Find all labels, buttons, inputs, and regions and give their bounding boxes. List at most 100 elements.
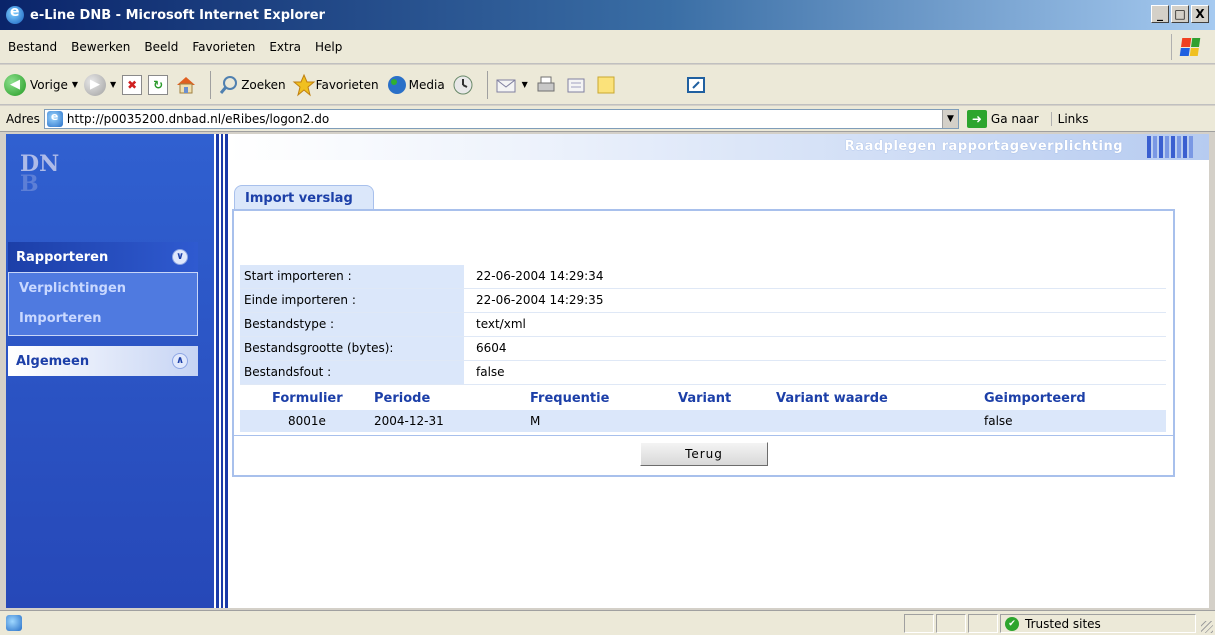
info-value: 6604 (476, 341, 507, 355)
forward-button[interactable]: ▶ ▼ (84, 73, 117, 96)
forward-arrow-icon: ▶ (84, 73, 107, 96)
page-title: Raadplegen rapportageverplichting (844, 139, 1123, 154)
page-status-icon (6, 615, 22, 631)
terug-button[interactable]: Terug (640, 442, 768, 466)
nav-algemeen-label: Algemeen (16, 353, 90, 369)
maximize-button[interactable]: □ (1171, 5, 1189, 23)
status-cell (968, 614, 998, 633)
internet-explorer-icon (6, 4, 24, 24)
go-arrow-icon: ➜ (966, 109, 987, 128)
status-cell (936, 614, 966, 633)
sidebar-divider (214, 134, 228, 608)
tab-import-verslag[interactable]: Import verslag (234, 185, 374, 209)
go-button[interactable]: ➜ Ga naar (966, 109, 1039, 128)
chevron-down-icon: ▼ (71, 80, 79, 89)
info-value: 22-06-2004 14:29:35 (476, 293, 604, 307)
favorites-label: Favorieten (315, 77, 379, 92)
stop-button[interactable]: ✖ (122, 74, 143, 95)
chevron-down-icon[interactable]: ▼ (941, 109, 958, 128)
info-label: Bestandsgrootte (bytes): (240, 337, 464, 360)
discuss-button[interactable] (594, 73, 618, 97)
go-label: Ga naar (990, 111, 1039, 126)
history-button[interactable] (451, 73, 475, 97)
nav-item-importeren[interactable]: Importeren (9, 303, 197, 333)
refresh-button[interactable]: ↻ (148, 74, 169, 95)
print-icon (534, 73, 558, 97)
menu-bar: Bestand Bewerken Beeld Favorieten Extra … (0, 30, 1215, 64)
refresh-icon: ↻ (148, 74, 169, 95)
nav-item-verplichtingen[interactable]: Verplichtingen (9, 273, 197, 303)
favorites-button[interactable]: Favorieten (292, 73, 379, 97)
home-icon (174, 73, 198, 97)
links-button[interactable]: Links (1050, 111, 1088, 126)
security-zone: ✔ Trusted sites (1000, 614, 1196, 633)
nav-rapporteren-label: Rapporteren (16, 249, 109, 265)
stop-icon: ✖ (122, 74, 143, 95)
minimize-button[interactable]: _ (1151, 5, 1169, 23)
info-label: Einde importeren : (240, 289, 464, 312)
home-button[interactable] (174, 73, 198, 97)
toolbar-separator (210, 70, 212, 99)
info-row: Start importeren : 22-06-2004 14:29:34 (240, 265, 1166, 289)
info-value: 22-06-2004 14:29:34 (476, 269, 604, 283)
menu-help[interactable]: Help (315, 40, 342, 54)
address-bar: Adres http://p0035200.dnbad.nl/eRibes/lo… (0, 106, 1215, 132)
address-url: http://p0035200.dnbad.nl/eRibes/logon2.d… (66, 111, 330, 126)
expand-icon[interactable]: ∧ (172, 353, 188, 369)
collapse-icon[interactable]: ∨ (172, 249, 188, 265)
column-header-geimporteerd: Geimporteerd (984, 391, 1086, 406)
check-icon: ✔ (1005, 616, 1019, 631)
media-icon (385, 73, 409, 97)
edit-icon (564, 73, 588, 97)
close-button[interactable]: X (1191, 5, 1209, 23)
resize-grip[interactable] (1201, 621, 1213, 633)
history-icon (451, 73, 475, 97)
print-button[interactable] (534, 73, 558, 97)
mail-button[interactable]: ▼ (494, 73, 528, 97)
status-bar: ✔ Trusted sites (0, 610, 1215, 635)
window-controls: _ □ X (1151, 5, 1209, 23)
window-title-bar: e-Line DNB - Microsoft Internet Explorer… (0, 0, 1215, 30)
menu-extra[interactable]: Extra (269, 40, 301, 54)
column-header-formulier: Formulier (272, 391, 343, 406)
menu-beeld[interactable]: Beeld (144, 40, 178, 54)
search-label: Zoeken (241, 77, 286, 92)
edit-button[interactable] (564, 73, 588, 97)
menu-bestand[interactable]: Bestand (8, 40, 57, 54)
menu-favorieten[interactable]: Favorieten (192, 40, 255, 54)
windows-logo-icon (1171, 34, 1207, 60)
info-value: text/xml (476, 317, 526, 331)
menu-bewerken[interactable]: Bewerken (71, 40, 130, 54)
import-report-panel: Start importeren : 22-06-2004 14:29:34 E… (232, 209, 1175, 477)
star-icon (292, 73, 316, 97)
info-label: Bestandsfout : (240, 361, 464, 384)
media-button[interactable]: Media (385, 73, 445, 97)
column-header-periode: Periode (374, 391, 431, 406)
search-icon (217, 73, 241, 97)
address-input[interactable]: http://p0035200.dnbad.nl/eRibes/logon2.d… (43, 108, 959, 129)
header-stripes (1147, 136, 1193, 158)
info-label: Bestandstype : (240, 313, 464, 336)
note-icon (594, 73, 618, 97)
nav-algemeen[interactable]: Algemeen ∧ (8, 346, 198, 376)
back-button[interactable]: ◀ Vorige ▼ (4, 73, 79, 96)
nav-rapporteren[interactable]: Rapporteren ∨ (8, 242, 198, 272)
search-button[interactable]: Zoeken (217, 73, 286, 97)
dnb-logo: DN B (20, 151, 60, 197)
button-bar: Terug (234, 435, 1173, 475)
window-title: e-Line DNB - Microsoft Internet Explorer (30, 7, 326, 23)
cell-geimporteerd: false (984, 414, 1013, 428)
messenger-button[interactable] (684, 73, 708, 97)
page-icon (46, 110, 63, 127)
chevron-down-icon: ▼ (110, 80, 117, 89)
info-row: Bestandstype : text/xml (240, 313, 1166, 337)
column-header-variant-waarde: Variant waarde (776, 391, 888, 406)
status-cell (904, 614, 934, 633)
column-header-variant: Variant (678, 391, 732, 406)
sidebar: DN B Rapporteren ∨ Verplichtingen Import… (6, 134, 214, 608)
table-row: 8001e 2004-12-31 M false (240, 410, 1166, 432)
column-header-frequentie: Frequentie (530, 391, 610, 406)
info-row: Einde importeren : 22-06-2004 14:29:35 (240, 289, 1166, 313)
back-label: Vorige (30, 77, 68, 92)
address-label: Adres (6, 111, 40, 126)
